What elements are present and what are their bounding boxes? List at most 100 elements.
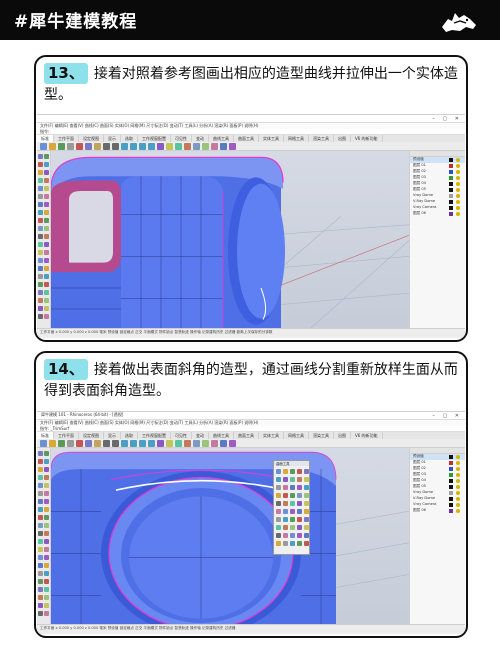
boolean-icon[interactable] [38,210,43,215]
revolve-icon[interactable] [304,533,309,538]
intersect-icon[interactable] [44,306,49,311]
zoom-icon[interactable] [139,143,146,150]
split-icon[interactable] [44,218,49,223]
array-icon[interactable] [44,547,49,552]
unlock-icon[interactable] [44,579,49,584]
layer-visible-icon[interactable] [456,158,460,162]
text-icon[interactable] [44,555,49,560]
layer-visible-icon[interactable] [456,176,460,180]
zoom-extents-icon[interactable] [148,440,155,447]
boolean-icon[interactable] [38,507,43,512]
layer-color-swatch[interactable] [449,461,453,465]
layer-color-swatch[interactable] [449,176,453,180]
heightfield-icon[interactable] [290,533,295,538]
loft-icon[interactable] [38,491,43,496]
layer-visible-icon[interactable] [456,188,460,192]
layer-icon[interactable] [166,143,173,150]
array-icon[interactable] [44,250,49,255]
sweep2-tool-icon[interactable] [290,469,295,474]
layer-row[interactable]: 图层 06 [410,508,465,514]
lock-icon[interactable] [38,579,43,584]
layer-visible-icon[interactable] [456,485,460,489]
tab[interactable]: 出图 [334,135,351,142]
save-icon[interactable] [58,143,65,150]
lights-icon[interactable] [211,143,218,150]
tab[interactable]: 渲染工具 [309,135,334,142]
surface-icon[interactable] [38,483,43,488]
layer-icon[interactable] [166,440,173,447]
tab[interactable]: 选取 [121,135,138,142]
blend-srf-icon[interactable] [276,477,281,482]
thickness-icon[interactable] [304,509,309,514]
paste-icon[interactable] [94,440,101,447]
show-icon[interactable] [44,274,49,279]
split-icon[interactable] [44,515,49,520]
redo-icon[interactable] [112,143,119,150]
tab[interactable]: 工作平面 [54,432,79,439]
move-icon[interactable] [38,531,43,536]
line-icon[interactable] [44,154,49,159]
tab[interactable]: 变动 [192,135,209,142]
layer-visible-icon[interactable] [456,200,460,204]
rotate-icon[interactable] [38,539,43,544]
copy-object-icon[interactable] [44,234,49,239]
layer-visible-icon[interactable] [456,212,460,216]
properties-icon[interactable] [175,440,182,447]
box-icon[interactable] [38,202,43,207]
mirror-icon[interactable] [38,250,43,255]
tab[interactable]: 标准 [37,432,54,439]
extrude-icon[interactable] [44,483,49,488]
shrink-srf-icon[interactable] [276,493,281,498]
rail-revolve-icon[interactable] [276,541,281,546]
polyline-icon[interactable] [38,162,43,167]
grid-icon[interactable] [220,440,227,447]
layer-color-swatch[interactable] [449,170,453,174]
split-tool-icon[interactable] [290,485,295,490]
lock-icon[interactable] [38,282,43,287]
offset-srf-icon[interactable] [297,477,302,482]
sweep-icon[interactable] [44,194,49,199]
polygon-icon[interactable] [44,178,49,183]
trim-icon[interactable] [38,515,43,520]
copy-object-icon[interactable] [44,531,49,536]
sweep-icon[interactable] [44,491,49,496]
copy-icon[interactable] [85,440,92,447]
new-file-icon[interactable] [40,440,47,447]
plane-srf-icon[interactable] [283,541,288,546]
layer-color-swatch[interactable] [449,164,453,168]
soft-edit-icon[interactable] [283,533,288,538]
layer-color-swatch[interactable] [449,158,453,162]
rectangle-icon[interactable] [38,178,43,183]
tab[interactable]: 实体工具 [259,432,284,439]
join-icon[interactable] [38,226,43,231]
ungroup-icon[interactable] [44,290,49,295]
flip-icon[interactable] [276,501,281,506]
lights-icon[interactable] [211,440,218,447]
rebuild-srf-icon[interactable] [297,485,302,490]
options-icon[interactable] [229,143,236,150]
trim-icon[interactable] [38,218,43,223]
cut-icon[interactable] [76,143,83,150]
rebuild-icon[interactable] [38,611,43,616]
layer-color-swatch[interactable] [449,497,453,501]
rotate-view-icon[interactable] [130,440,137,447]
tab[interactable]: 工作视窗配置 [138,135,171,142]
insert-knot-icon[interactable] [290,517,295,522]
point-icon[interactable] [38,154,43,159]
arc-icon[interactable] [44,170,49,175]
pan-icon[interactable] [121,143,128,150]
select-icon[interactable] [157,440,164,447]
point-on-icon[interactable] [276,517,281,522]
tab[interactable]: 可见性 [171,432,192,439]
group-icon[interactable] [38,587,43,592]
wireframe-mode-icon[interactable] [202,143,209,150]
circle-icon[interactable] [38,467,43,472]
curve-icon[interactable] [44,459,49,464]
layer-visible-icon[interactable] [456,503,460,507]
mirror-icon[interactable] [38,547,43,552]
emap-icon[interactable] [290,509,295,514]
layer-color-swatch[interactable] [449,212,453,216]
circle-icon[interactable] [38,170,43,175]
layer-color-swatch[interactable] [449,194,453,198]
open-icon[interactable] [49,143,56,150]
